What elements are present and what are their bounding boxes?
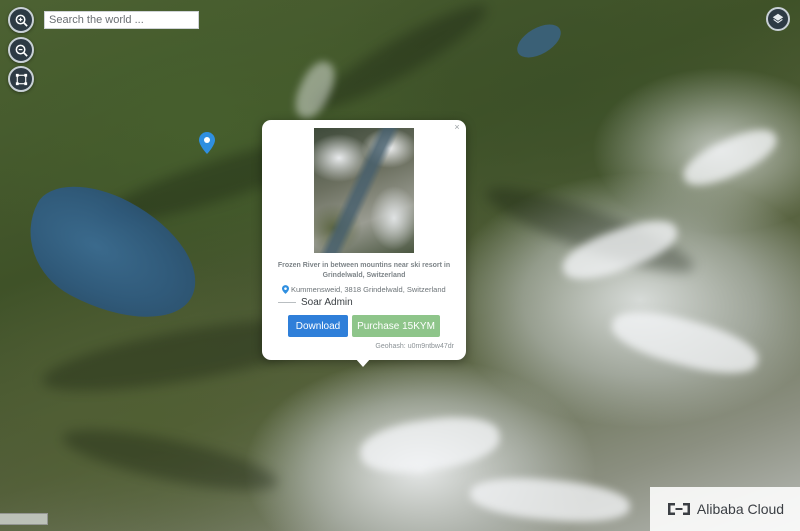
map-scale-bar bbox=[0, 513, 48, 525]
location-pin-icon bbox=[282, 285, 289, 294]
close-icon[interactable]: × bbox=[452, 122, 462, 132]
geohash-text: Geohash: u0m9ntbw47dr bbox=[375, 343, 454, 350]
author-divider bbox=[278, 302, 296, 303]
listing-author: Soar Admin bbox=[278, 297, 353, 308]
fullscreen-icon bbox=[15, 73, 27, 85]
fullscreen-button[interactable] bbox=[8, 66, 34, 92]
map-pin-icon[interactable] bbox=[199, 132, 215, 154]
purchase-button[interactable]: Purchase 15KYM bbox=[352, 315, 440, 337]
zoom-in-icon bbox=[15, 14, 28, 27]
address-text: Kummensweid, 3818 Grindelwald, Switzerla… bbox=[291, 285, 446, 294]
listing-popup: × Frozen River in between mountins near … bbox=[262, 120, 466, 360]
watermark-text: Alibaba Cloud bbox=[696, 501, 785, 517]
listing-title: Frozen River in between mountins near sk… bbox=[277, 262, 451, 279]
listing-address: Kummensweid, 3818 Grindelwald, Switzerla… bbox=[282, 285, 456, 294]
zoom-out-icon bbox=[15, 44, 28, 57]
zoom-in-button[interactable] bbox=[8, 7, 34, 33]
search-input[interactable] bbox=[44, 11, 199, 29]
listing-thumbnail[interactable] bbox=[314, 128, 414, 253]
zoom-out-button[interactable] bbox=[8, 37, 34, 63]
lake-small bbox=[511, 17, 567, 65]
popup-pointer bbox=[355, 358, 371, 367]
alibaba-cloud-logo-icon bbox=[667, 503, 690, 515]
download-button[interactable]: Download bbox=[288, 315, 348, 337]
layers-button[interactable] bbox=[766, 7, 790, 31]
author-name[interactable]: Soar Admin bbox=[301, 297, 353, 308]
watermark: Alibaba Cloud bbox=[650, 487, 800, 531]
layers-icon bbox=[772, 13, 784, 24]
